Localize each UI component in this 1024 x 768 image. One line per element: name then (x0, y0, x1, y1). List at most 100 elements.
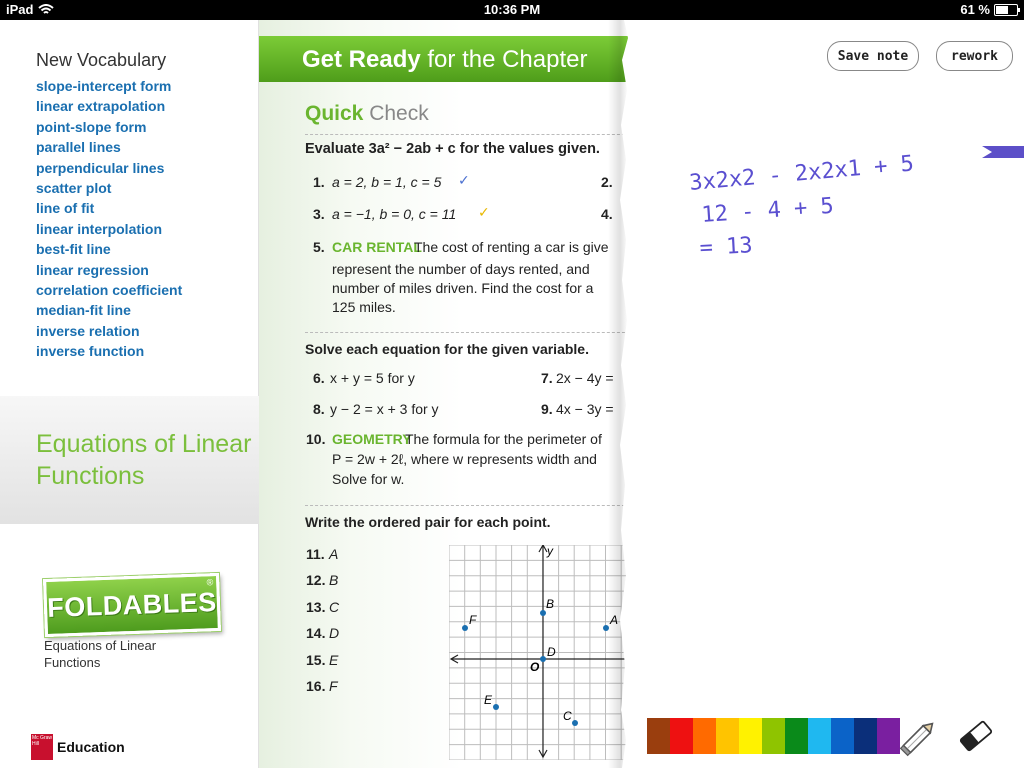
point-e (493, 704, 499, 710)
vocab-term[interactable]: parallel lines (36, 137, 182, 157)
ordered-pair-prompt: Write the ordered pair for each point. (305, 514, 551, 530)
item-number: 10. (306, 431, 326, 447)
point-number: 15. (306, 652, 326, 668)
rework-button[interactable]: rework (936, 41, 1013, 71)
handwriting-line: 12 - 4 + 5 (701, 194, 835, 228)
point-letter: D (329, 625, 340, 641)
quick-check-title: Quick Check (305, 102, 429, 126)
vocab-term[interactable]: slope-intercept form (36, 76, 182, 96)
problem-label: CAR RENTAL (332, 239, 422, 255)
sidebar: New Vocabulary slope-intercept form line… (0, 20, 290, 768)
divider (305, 134, 629, 135)
vocab-term[interactable]: linear regression (36, 260, 182, 280)
vocabulary-title: New Vocabulary (36, 50, 167, 70)
item-number: 7. (541, 370, 553, 386)
vocab-term[interactable]: inverse relation (36, 321, 182, 341)
check-icon: ✓ (458, 172, 470, 188)
problem-text: Solve for w. (332, 471, 405, 487)
problem-text: The cost of renting a car is give (414, 239, 609, 255)
point-number: 13. (306, 599, 326, 615)
vocab-term[interactable]: correlation coefficient (36, 280, 182, 300)
vocab-term[interactable]: perpendicular lines (36, 158, 182, 178)
point-letter: A (329, 546, 339, 562)
point-f-label: F (469, 613, 477, 627)
y-axis-label: y (546, 545, 554, 558)
swatch-yellow[interactable] (739, 718, 762, 754)
save-note-button[interactable]: Save note (827, 41, 919, 71)
point-number: 12. (306, 572, 326, 588)
vocabulary-list: slope-intercept form linear extrapolatio… (36, 76, 182, 361)
battery-icon (994, 3, 1020, 16)
point-letter: C (329, 599, 340, 615)
point-number: 14. (306, 625, 326, 641)
vocab-term[interactable]: point-slope form (36, 117, 182, 137)
chapter-tab[interactable]: Equations of Linear Functions (0, 396, 290, 524)
note-panel[interactable] (620, 20, 1024, 768)
swatch-lime[interactable] (762, 718, 785, 754)
banner-bold: Get Ready (302, 46, 421, 73)
point-letter: E (329, 652, 339, 668)
point-letter: F (329, 678, 338, 694)
swatch-green[interactable] (785, 718, 808, 754)
vocab-term[interactable]: scatter plot (36, 178, 182, 198)
point-f (462, 625, 468, 631)
point-c-label: C (563, 709, 572, 723)
problem-text: represent the number of days rented, and (332, 261, 590, 277)
origin-label: O (530, 660, 540, 674)
swatch-purple[interactable] (877, 718, 900, 754)
banner-rest: for the Chapter (427, 46, 588, 73)
eraser-icon[interactable] (956, 716, 996, 756)
status-bar: iPad 10:36 PM 61 % (0, 0, 1024, 20)
problem-text: 125 miles. (332, 299, 396, 315)
evaluate-prompt: Evaluate 3a² − 2ab + c for the values gi… (305, 141, 600, 157)
point-b-label: B (546, 597, 554, 611)
vocab-term[interactable]: linear interpolation (36, 219, 182, 239)
publisher-logo: Mc Graw Hill Education (31, 734, 125, 760)
clock: 10:36 PM (483, 2, 541, 17)
vocab-term[interactable]: median-fit line (36, 300, 182, 320)
foldables-logo[interactable]: FOLDABLES ® (43, 572, 221, 638)
swatch-navy[interactable] (854, 718, 877, 754)
vocab-term[interactable]: linear extrapolation (36, 96, 182, 116)
registered-mark: ® (206, 577, 214, 588)
swatch-red[interactable] (670, 718, 693, 754)
swatch-cyan[interactable] (808, 718, 831, 754)
point-d-label: D (547, 645, 556, 659)
qc-bold: Quick (305, 102, 364, 125)
divider (305, 505, 629, 506)
point-d (540, 656, 546, 662)
item-text: 4x − 3y = (556, 401, 614, 417)
item-number: 6. (313, 370, 325, 386)
vocab-term[interactable]: best-fit line (36, 239, 182, 259)
problem-text: number of miles driven. Find the cost fo… (332, 280, 594, 296)
chapter-banner: Get Ready for the Chapter (259, 36, 629, 82)
point-c (572, 720, 578, 726)
solve-prompt: Solve each equation for the given variab… (305, 341, 589, 357)
point-e-label: E (484, 693, 493, 707)
swatch-orange[interactable] (693, 718, 716, 754)
point-number: 16. (306, 678, 326, 694)
swatch-blue[interactable] (831, 718, 854, 754)
problem-label: GEOMETRY (332, 431, 412, 447)
coordinate-grid: y O A B C D E F (449, 545, 629, 760)
qc-rest: Check (369, 102, 429, 125)
color-palette (647, 718, 900, 754)
problem-text: P = 2w + 2ℓ, where w represents width an… (332, 451, 597, 467)
pencil-icon[interactable] (898, 716, 940, 758)
item-text: x + y = 5 for y (330, 370, 415, 386)
vocab-term[interactable]: line of fit (36, 198, 182, 218)
chapter-title: Equations of Linear Functions (36, 430, 252, 490)
item-text: a = 2, b = 1, c = 5 (332, 174, 442, 190)
item-number: 3. (313, 206, 325, 222)
battery-percent: 61 % (960, 2, 990, 17)
foldables-logo-text: FOLDABLES (46, 586, 218, 623)
foldables-caption: Equations of Linear Functions (44, 638, 157, 670)
swatch-amber[interactable] (716, 718, 739, 754)
book-page: Get Ready for the Chapter Quick Check Ev… (259, 20, 629, 768)
vocab-term[interactable]: inverse function (36, 341, 182, 361)
handwriting-line: = 13 (699, 233, 753, 261)
swatch-brown[interactable] (647, 718, 670, 754)
item-number: 8. (313, 401, 325, 417)
point-letter: B (329, 572, 339, 588)
item-number: 1. (313, 174, 325, 190)
